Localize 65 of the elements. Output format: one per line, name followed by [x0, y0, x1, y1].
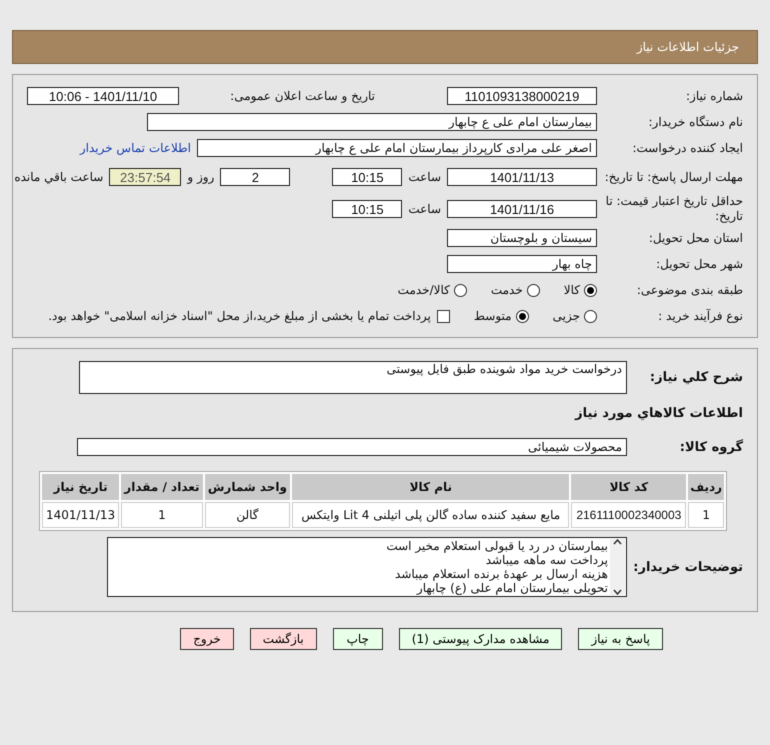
field-label: حداقل تاریخ اعتبار قیمت: تا تاریخ: — [604, 194, 743, 224]
city-field[interactable]: چاه بهار — [447, 255, 597, 273]
exit-button[interactable]: خروج — [180, 628, 234, 650]
remaining-label: ساعت باقي مانده — [14, 170, 104, 184]
notes-field[interactable]: بیمارستان در رد یا قبولی استعلام مخیر است پرداخت سه ماهه میباشد هزینه ارسال بر عهدهٔ برنده استعلام میباشد تحویلی بیمارستان امام علی (ع) چابهار — [107, 537, 627, 597]
exit-button[interactable]: بازگشت — [250, 628, 317, 650]
requester-field[interactable]: اصغر علی مرادی کارپرداز بیمارستان امام علی ع چابهار — [197, 139, 597, 157]
table-cell: گالن — [204, 502, 290, 528]
field-label: مهلت ارسال پاسخ: تا تاریخ: — [604, 170, 743, 184]
column-header: کد کالا — [571, 474, 686, 500]
radio-icon[interactable] — [584, 284, 597, 296]
radio-option[interactable]: خدمت — [490, 283, 540, 297]
action-button[interactable]: مشاهده مدارک پیوستی (1) — [398, 628, 562, 650]
date-field[interactable]: 1401/11/13 — [447, 168, 597, 186]
column-header: نام کالا — [292, 474, 570, 500]
field-label: نام دستگاه خریدار: — [648, 114, 743, 130]
scrollbar-drawing[interactable] — [610, 539, 625, 595]
radio-option[interactable]: کالا/خدمت — [398, 283, 467, 297]
radio-option[interactable]: متوسط — [474, 309, 529, 323]
table-cell: 1 — [121, 502, 203, 528]
table-cell: مایع سفید کننده ساده گالن پلی اتیلنی 4 Lit وایتکس — [292, 502, 570, 528]
time-field[interactable]: 10:15 — [332, 200, 402, 218]
page-title: جزئیات اطلاعات نیاز — [636, 40, 739, 54]
field-label: تاریخ و ساعت اعلان عمومی: — [229, 88, 375, 104]
treasury-label: پرداخت تمام یا بخشی از مبلغ خرید،از محل "اسناد خزانه اسلامی" خواهد بود. — [48, 309, 431, 323]
remaining-time-field[interactable]: 23:57:54 — [109, 168, 182, 186]
description-field[interactable]: درخواست خرید مواد شوینده طبق فایل پیوستی — [79, 360, 627, 394]
checkbox[interactable] — [436, 310, 450, 322]
field-label: استان محل تحویل: — [648, 230, 743, 246]
province-field[interactable]: سیستان و بلوچستان — [447, 229, 597, 247]
field-label: شرح کلي نیاز: — [648, 370, 743, 384]
radio-icon[interactable] — [584, 310, 597, 322]
buyer-contact-link[interactable]: اطلاعات تماس خریدار — [80, 141, 191, 155]
time-label: ساعت — [408, 170, 441, 184]
radio-option[interactable]: کالا — [564, 283, 597, 297]
radio-icon[interactable] — [526, 284, 540, 296]
days-field[interactable]: 2 — [220, 168, 290, 186]
field-label: شهر محل تحویل: — [655, 256, 743, 272]
time-field[interactable]: 10:15 — [332, 168, 402, 186]
table-cell: 1401/11/13 — [42, 502, 120, 528]
column-header: تاریخ نیاز — [42, 474, 120, 500]
column-header: واحد شمارش — [204, 474, 290, 500]
radio-icon[interactable] — [516, 310, 529, 322]
action-button[interactable]: چاپ — [332, 628, 383, 650]
time-label: ساعت — [408, 202, 441, 216]
field-label: نوع فرآیند خرید : — [657, 308, 743, 324]
field-label: شماره نیاز: — [685, 88, 743, 104]
column-header: تعداد / مقدار — [121, 474, 203, 500]
action-button[interactable]: پاسخ به نیاز — [578, 628, 663, 650]
field-label: گروه کالا: — [678, 440, 743, 454]
days-label: روز و — [187, 170, 214, 184]
buyer-org-field[interactable]: بیمارستان امام علی ع چابهار — [147, 113, 597, 131]
table-cell: 2161110002340003 — [571, 502, 686, 528]
field-label: ایجاد کننده درخواست: — [631, 140, 743, 156]
section-heading: اطلاعات کالاهاي مورد نیاز — [574, 406, 743, 420]
table-cell: 1 — [688, 502, 724, 528]
radio-option[interactable]: جزیی — [552, 309, 597, 323]
date-field[interactable]: 1401/11/16 — [447, 200, 597, 218]
announce-date-field[interactable]: 1401/11/10 - 10:06 — [27, 87, 179, 105]
radio-icon[interactable] — [454, 284, 467, 296]
goods-group-field[interactable]: محصولات شیمیائی — [77, 438, 627, 456]
field-label: توضیحات خریدار: — [633, 560, 743, 574]
column-header: ردیف — [688, 474, 724, 500]
need-number-field[interactable]: 1101093138000219 — [447, 87, 597, 105]
field-label: طبقه بندی موضوعی: — [636, 282, 743, 298]
